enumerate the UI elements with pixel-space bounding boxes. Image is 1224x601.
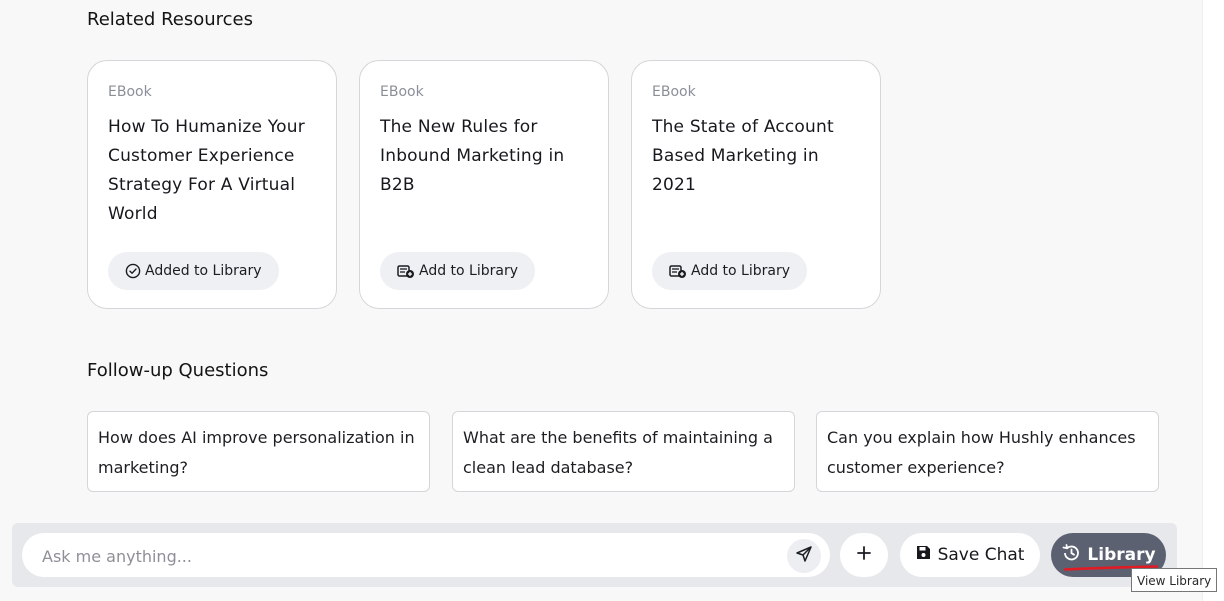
add-to-library-button[interactable]: Add to Library xyxy=(380,252,536,290)
button-label: Added to Library xyxy=(145,263,262,279)
resource-card[interactable]: EBook The State of Account Based Marketi… xyxy=(631,60,881,309)
resource-type-label: EBook xyxy=(652,84,696,100)
button-label: Add to Library xyxy=(691,263,791,279)
check-circle-icon xyxy=(125,263,141,279)
add-button[interactable] xyxy=(840,533,888,577)
history-icon xyxy=(1061,543,1081,567)
resource-title[interactable]: The State of Account Based Marketing in … xyxy=(652,113,867,200)
add-to-library-icon xyxy=(669,263,687,279)
plus-icon xyxy=(856,545,872,565)
chat-input-bar: Save Chat Library xyxy=(12,523,1177,587)
floppy-disk-icon xyxy=(916,545,931,565)
related-resources-title: Related Resources xyxy=(87,9,254,30)
added-to-library-button[interactable]: Added to Library xyxy=(108,252,279,290)
chat-input-container xyxy=(22,533,830,579)
resource-title[interactable]: How To Humanize Your Customer Experience… xyxy=(108,113,323,229)
add-to-library-button[interactable]: Add to Library xyxy=(652,252,808,290)
send-icon xyxy=(795,545,813,567)
resource-type-label: EBook xyxy=(108,84,152,100)
follow-up-question[interactable]: How does AI improve personalization in m… xyxy=(87,411,430,492)
library-tooltip: View Library xyxy=(1131,568,1218,592)
add-to-library-icon xyxy=(397,263,415,279)
follow-up-question[interactable]: What are the benefits of maintaining a c… xyxy=(452,411,795,492)
resource-card[interactable]: EBook The New Rules for Inbound Marketin… xyxy=(359,60,609,309)
save-chat-button[interactable]: Save Chat xyxy=(900,533,1040,577)
library-label: Library xyxy=(1087,545,1156,565)
save-chat-label: Save Chat xyxy=(937,545,1025,565)
page: Related Resources EBook How To Humanize … xyxy=(0,0,1224,601)
resource-card[interactable]: EBook How To Humanize Your Customer Expe… xyxy=(87,60,337,309)
chat-input[interactable] xyxy=(40,533,784,579)
resource-type-label: EBook xyxy=(380,84,424,100)
follow-up-questions-title: Follow-up Questions xyxy=(87,360,269,381)
scrollbar-track[interactable] xyxy=(1202,0,1224,601)
button-label: Add to Library xyxy=(419,263,519,279)
send-button[interactable] xyxy=(787,539,821,573)
follow-up-question[interactable]: Can you explain how Hushly enhances cust… xyxy=(816,411,1159,492)
resource-title[interactable]: The New Rules for Inbound Marketing in B… xyxy=(380,113,595,200)
